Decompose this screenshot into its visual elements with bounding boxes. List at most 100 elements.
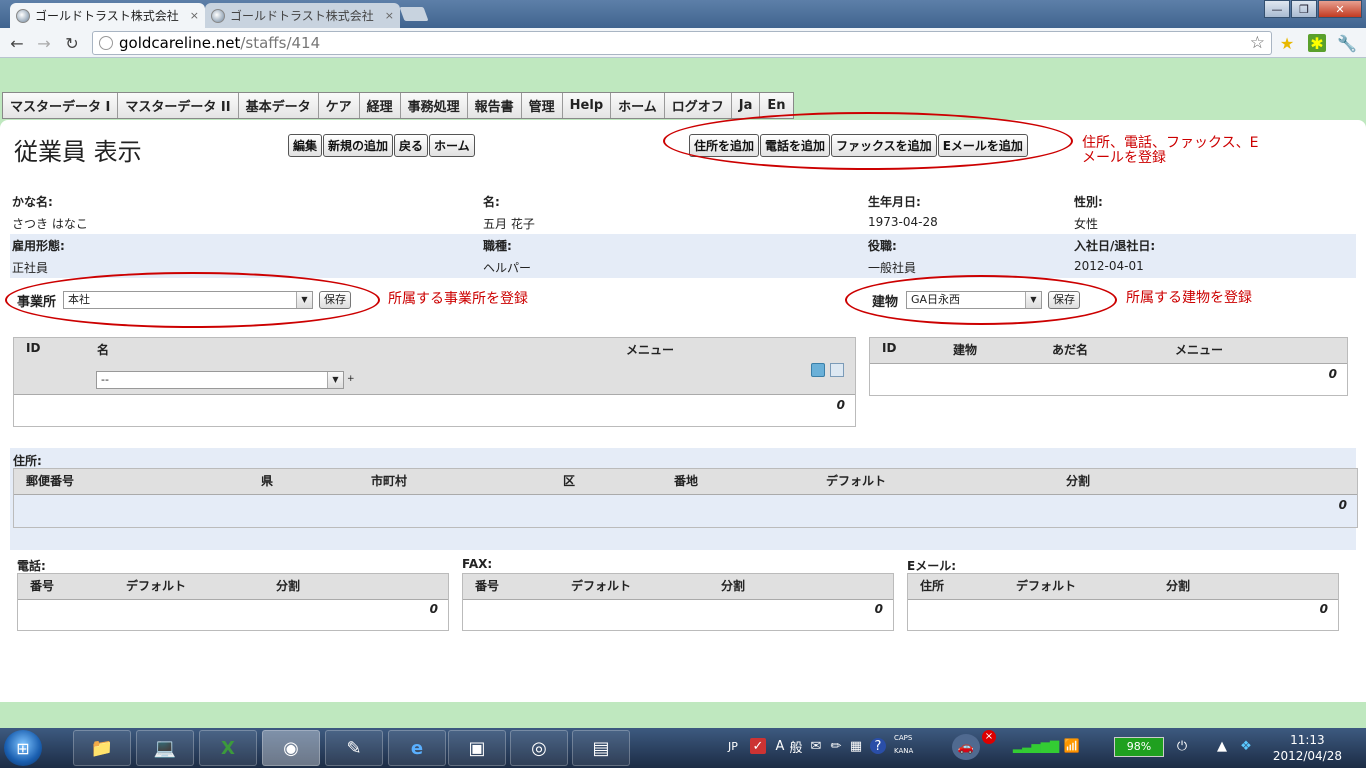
new-tab-button[interactable] [399,7,429,21]
system-clock[interactable]: 11:13 2012/04/28 [1273,732,1342,764]
col-split: 分割 [1066,474,1091,488]
home-button[interactable]: ホーム [429,134,475,157]
menu-lang-ja[interactable]: Ja [731,93,761,118]
email-count: 0 [1319,602,1328,616]
reload-icon[interactable]: ↻ [61,32,83,54]
app-icon[interactable]: ▤ [572,730,630,766]
employment-type-field: 雇用形態: 正社員 [12,237,65,276]
url-path: /staffs/414 [240,34,321,52]
menu-home[interactable]: ホーム [611,93,665,118]
ime-icon[interactable]: ✓ [750,738,766,754]
col-default: デフォルト [826,474,887,488]
col-id: ID [882,341,897,355]
forward-arrow-icon[interactable]: → [33,32,55,54]
add-filter-icon[interactable]: + [347,374,355,384]
phone-count: 0 [429,602,438,616]
gender-label: 性別: [1074,195,1103,209]
notification-badge-icon[interactable]: × [982,730,996,744]
back-arrow-icon[interactable]: ← [6,32,28,54]
tab-close-icon[interactable]: × [190,9,199,22]
dvd-icon[interactable]: ◎ [510,730,568,766]
show-hidden-icons[interactable]: ▲ [1214,738,1230,754]
col-nickname: あだ名 [1052,343,1089,357]
ime-pad-icon[interactable]: ▦ [848,738,864,754]
job-type-label: 職種: [483,239,512,253]
clock-date: 2012/04/28 [1272,749,1342,763]
start-button-icon[interactable]: ⊞ [4,730,42,766]
ime-tool-icon[interactable]: ✉ [808,738,824,754]
refresh-icon[interactable] [811,363,825,377]
battery-indicator[interactable]: 98% [1114,737,1164,757]
extension-icon[interactable]: ✱ [1308,34,1326,53]
car-app-icon[interactable]: 🚗 [952,734,980,760]
tab-close-icon[interactable]: × [385,9,394,22]
job-type-field: 職種: ヘルパー [483,237,531,276]
command-prompt-icon[interactable]: ▣ [448,730,506,766]
signal-strength-icon[interactable]: ▂▃▅▆▇ [1013,738,1059,754]
input-language[interactable]: JP [728,740,738,753]
star-extension-icon[interactable]: ★ [1278,34,1296,53]
menu-admin[interactable]: 管理 [521,93,563,118]
name-label: 名: [483,195,500,209]
menu-office-work[interactable]: 事務処理 [400,93,468,118]
ime-kanji-icon[interactable]: 般 [788,738,804,756]
col-split: 分割 [276,579,301,593]
grid-icon[interactable] [830,363,844,377]
dropbox-icon[interactable]: ❖ [1238,738,1254,754]
action-buttons: 編集 新規の追加 戻る ホーム [288,134,476,157]
editor-icon[interactable]: ✎ [325,730,383,766]
position-label: 役職: [868,239,897,253]
restore-icon[interactable]: ❐ [1291,0,1317,18]
ime-mode-icon[interactable]: A [772,738,788,754]
excel-icon[interactable]: X [199,730,257,766]
address-bar[interactable]: goldcareline.net/staffs/414 ☆ [92,31,1272,55]
wireless-icon[interactable]: 📶 [1064,738,1080,754]
wrench-icon[interactable]: 🔧 [1337,34,1357,53]
back-button[interactable]: 戻る [394,134,429,157]
minimize-icon[interactable]: — [1264,0,1290,18]
bookmark-star-icon[interactable]: ☆ [1250,33,1265,53]
window-close-icon[interactable]: ✕ [1318,0,1362,18]
edit-button[interactable]: 編集 [288,134,323,157]
fax-table: 番号 デフォルト 分割 0 [462,573,894,631]
ime-dictionary-icon[interactable]: ✏ [828,738,844,754]
laptop-icon[interactable]: 💻 [136,730,194,766]
menu-basic-data[interactable]: 基本データ [238,93,319,118]
col-city: 市町村 [371,474,408,488]
building-table-header: ID 建物 あだ名 メニュー [870,338,1347,364]
power-plug-icon[interactable]: ⏻ [1174,738,1190,754]
help-icon[interactable]: ? [870,738,886,754]
hire-date-label: 入社日/退社日: [1074,239,1156,253]
annotation-ellipse-building [845,275,1117,325]
windows-taskbar: ⊞ 📁 💻 X ◉ ✎ e ▣ ◎ ▤ JP ✓ A 般 ✉ ✏ ▦ ? CAP… [0,728,1366,768]
annotation-add-contacts: 住所、電話、ファックス、E メールを登録 [1082,135,1259,166]
col-number: 番号 [475,579,500,593]
fax-count: 0 [874,602,883,616]
globe-icon [16,8,30,23]
email-table-header: 住所 デフォルト 分割 [908,574,1338,600]
menu-accounting[interactable]: 経理 [359,93,401,118]
col-split: 分割 [1166,579,1191,593]
email-label: Eメール: [907,559,956,573]
menu-master-1[interactable]: マスターデータ I [3,93,119,118]
menu-logoff[interactable]: ログオフ [664,93,732,118]
browser-tab-inactive[interactable]: ゴールドトラスト株式会社 × [205,3,400,28]
office-count: 0 [836,398,845,412]
content-panel: 従業員 表示 編集 新規の追加 戻る ホーム 住所を追加 電話を追加 ファックス… [0,112,1366,702]
office-filter-select[interactable]: -- ▼ [96,371,344,389]
menu-care[interactable]: ケア [318,93,360,118]
menu-master-2[interactable]: マスターデータ II [118,93,239,118]
birthdate-field: 生年月日: 1973-04-28 [868,193,938,229]
col-default: デフォルト [126,579,187,593]
menu-reports[interactable]: 報告書 [467,93,522,118]
phone-label: 電話: [17,559,46,573]
internet-explorer-icon[interactable]: e [388,730,446,766]
menu-help[interactable]: Help [562,93,612,118]
browser-titlebar: ゴールドトラスト株式会社 × ゴールドトラスト株式会社 × — ❐ ✕ [0,0,1366,28]
chevron-down-icon: ▼ [327,372,343,388]
browser-tab-active[interactable]: ゴールドトラスト株式会社 × [10,3,205,28]
employment-type-value: 正社員 [12,261,49,275]
add-new-button[interactable]: 新規の追加 [323,134,394,157]
chrome-icon[interactable]: ◉ [262,730,320,766]
explorer-icon[interactable]: 📁 [73,730,131,766]
